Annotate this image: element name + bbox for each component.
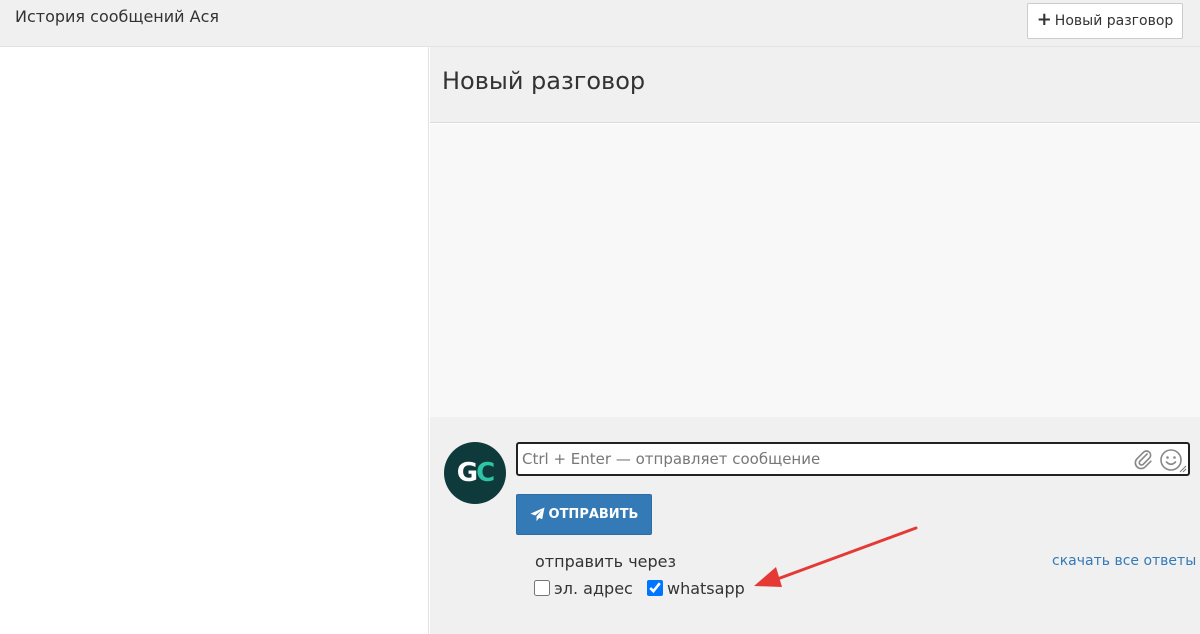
new-conversation-button[interactable]: + Новый разговор [1027,3,1183,39]
channel-option-whatsapp[interactable]: whatsapp [647,577,745,599]
send-via-label: отправить через [535,552,676,571]
channel-option-email[interactable]: эл. адрес [534,577,633,599]
conversation-title: Новый разговор [442,67,646,95]
paperclip-icon[interactable] [1132,448,1154,470]
email-checkbox[interactable] [534,580,550,596]
page-title: История сообщений Ася [15,7,220,26]
message-input[interactable] [522,447,1122,471]
top-bar: История сообщений Ася + Новый разговор [0,0,1200,47]
avatar: G C [444,442,506,504]
paper-plane-icon [529,507,545,522]
conversation-header: Новый разговор [430,47,1200,123]
message-input-wrapper [516,442,1190,476]
resize-grip-icon[interactable] [1179,465,1187,473]
whatsapp-option-label: whatsapp [667,578,745,598]
conversation-list-panel [0,47,429,634]
plus-icon: + [1036,9,1052,30]
messages-area [430,124,1200,417]
new-conversation-label: Новый разговор [1054,13,1174,29]
avatar-initial-g: G [456,458,478,488]
send-button[interactable]: ОТПРАВИТЬ [516,494,652,535]
composer: G C ОТПРАВИТЬ отправить через скачать вс… [430,417,1200,634]
email-option-label: эл. адрес [554,578,633,598]
download-all-answers-link[interactable]: скачать все ответы [1052,553,1196,569]
avatar-initial-c: C [476,458,495,488]
whatsapp-checkbox[interactable] [647,580,663,596]
annotation-arrow-icon [754,526,918,587]
send-button-label: ОТПРАВИТЬ [548,507,639,522]
